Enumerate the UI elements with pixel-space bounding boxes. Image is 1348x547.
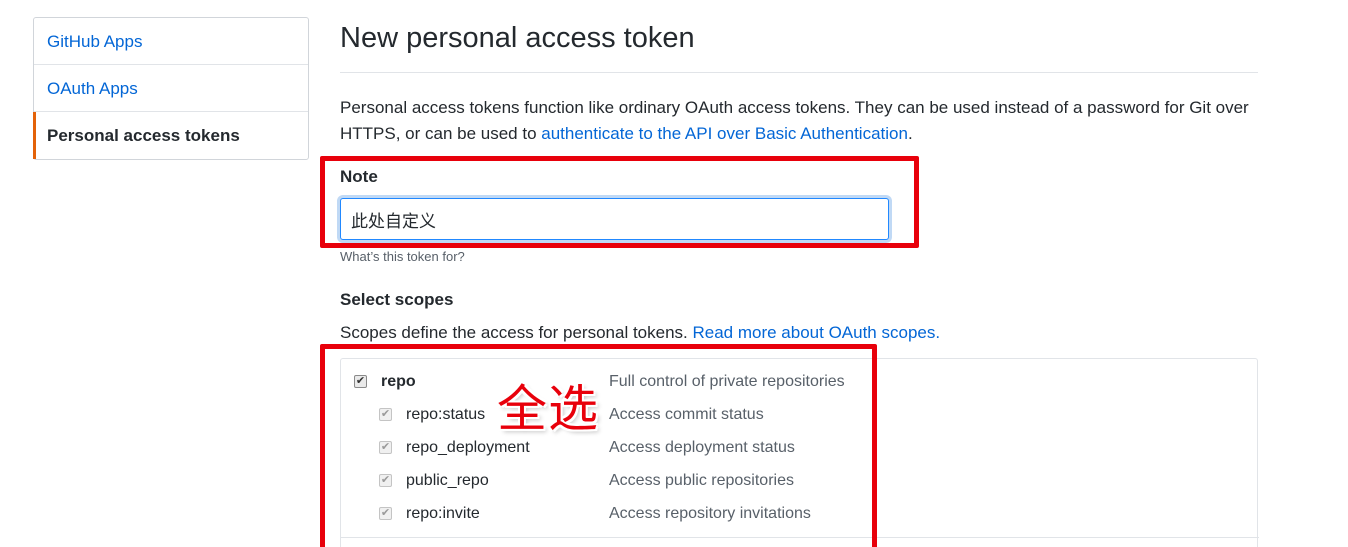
developer-settings-sidebar: GitHub Apps OAuth Apps Personal access t… [33,17,309,160]
sidebar-item-github-apps[interactable]: GitHub Apps [34,18,308,65]
note-label: Note [340,167,378,186]
note-hint: What’s this token for? [340,249,465,264]
select-scopes-heading: Select scopes [340,290,454,309]
scope-description: Access public repositories [609,472,794,489]
sidebar-item-oauth-apps[interactable]: OAuth Apps [34,65,308,112]
title-divider [340,72,1258,73]
scope-row-repo-deployment: ✔ repo_deployment Access deployment stat… [341,437,1259,467]
scope-row-repo-status: ✔ repo:status Access commit status [341,404,1259,434]
scopes-desc-text: Scopes define the access for personal to… [340,323,693,342]
scope-name: repo [381,373,416,390]
scope-description: Access deployment status [609,439,795,456]
scope-description: Full control of private repositories [609,373,845,390]
repo-checkbox[interactable]: ✔ [354,375,367,388]
scopes-description: Scopes define the access for personal to… [340,323,940,343]
sidebar-item-personal-access-tokens[interactable]: Personal access tokens [33,112,308,159]
repo-deployment-checkbox[interactable]: ✔ [379,441,392,454]
scope-name: repo:status [406,406,486,423]
repo-invite-checkbox[interactable]: ✔ [379,507,392,520]
note-input[interactable] [340,198,889,240]
oauth-scopes-link[interactable]: Read more about OAuth scopes. [692,323,940,342]
scope-group-divider [341,537,1259,538]
scope-name: repo:invite [406,505,480,522]
repo-status-checkbox[interactable]: ✔ [379,408,392,421]
scope-row-repo: ✔ repo Full control of private repositor… [341,371,1259,401]
scope-row-public-repo: ✔ public_repo Access public repositories [341,470,1259,500]
scope-description: Access commit status [609,406,764,423]
scope-name: public_repo [406,472,489,489]
settings-page: GitHub Apps OAuth Apps Personal access t… [0,0,1348,547]
scope-name: repo_deployment [406,439,530,456]
public-repo-checkbox[interactable]: ✔ [379,474,392,487]
scope-row-repo-invite: ✔ repo:invite Access repository invitati… [341,503,1259,533]
intro-text: Personal access tokens function like ord… [340,95,1265,147]
select-all-annotation: 全选 [497,380,599,438]
scopes-list: ✔ repo Full control of private repositor… [340,358,1259,547]
page-title: New personal access token [340,22,695,54]
intro-end: . [907,124,913,143]
scope-description: Access repository invitations [609,505,811,522]
basic-auth-link[interactable]: authenticate to the API over Basic Authe… [541,124,908,143]
